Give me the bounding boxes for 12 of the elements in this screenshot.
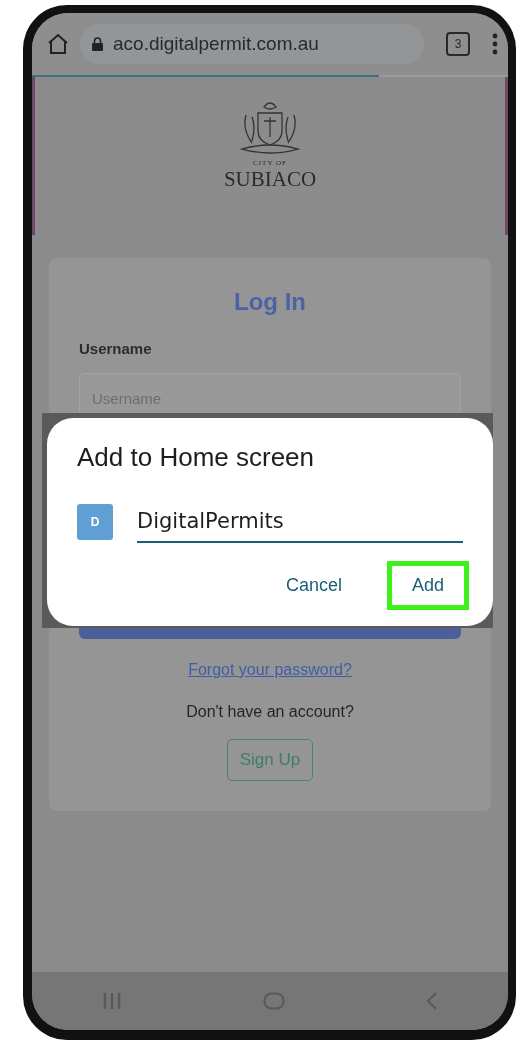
dialog-title: Add to Home screen [77,442,315,473]
menu-icon[interactable] [492,33,498,55]
home-icon[interactable] [46,32,70,56]
address-bar[interactable]: aco.digitalpermit.com.au [80,24,424,64]
username-label: Username [79,340,153,357]
app-icon: D [77,504,113,540]
logo-wordmark: SUBIACO [223,167,317,192]
tab-count-button[interactable]: 3 [446,32,470,56]
dialog-button[interactable]: Add [386,561,469,610]
lock-icon [92,37,103,51]
login-title: Log In [234,288,306,316]
signup-prompt: Don't have an account? [186,703,354,721]
